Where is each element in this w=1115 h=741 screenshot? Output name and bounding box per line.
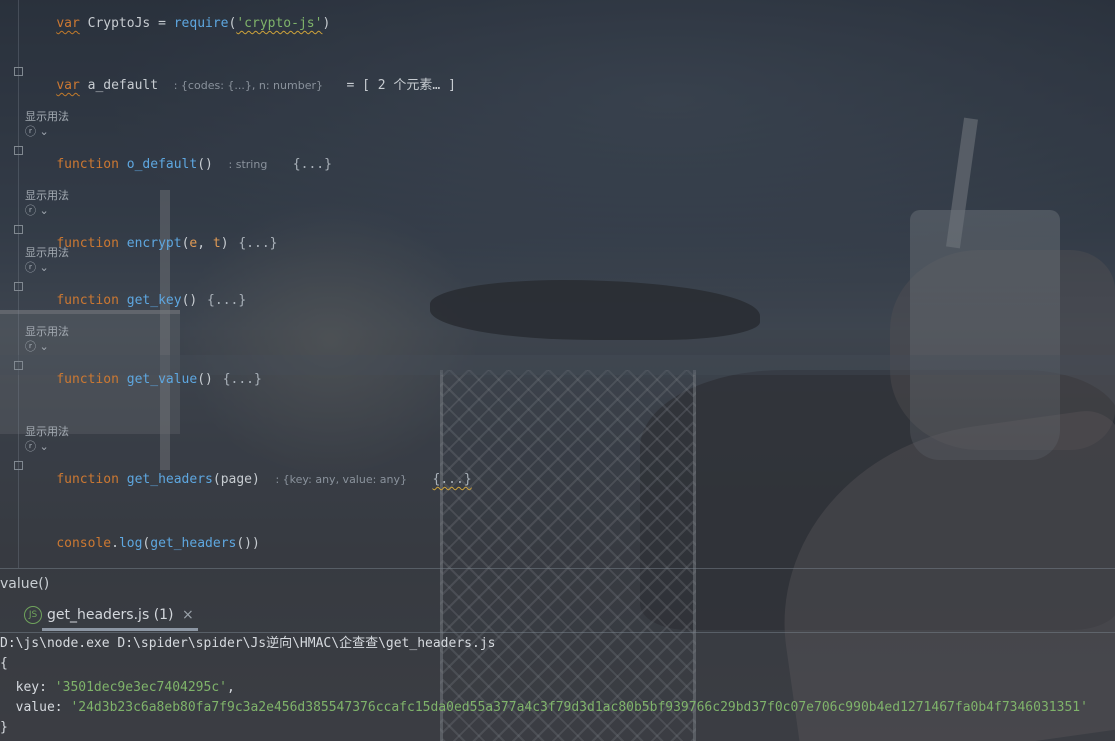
folded-body[interactable]: {...} <box>229 235 280 252</box>
usages-chevron-icon[interactable]: ⓡ ⌄ <box>25 202 49 218</box>
function-name: get_value <box>118 372 198 387</box>
function-name: get_key <box>118 293 182 308</box>
inline-value: = [ 2 个元素… ] <box>346 78 456 93</box>
fold-toggle-icon[interactable] <box>14 461 23 470</box>
function-name: encrypt <box>118 236 182 251</box>
function-name: get_headers <box>150 536 237 551</box>
run-tool-tabbar: JS get_headers.js (1) × <box>0 598 1115 633</box>
fold-toggle-icon[interactable] <box>14 225 23 234</box>
close-icon[interactable]: × <box>182 607 194 623</box>
tab-run-get-headers[interactable]: JS get_headers.js (1) × <box>20 598 200 632</box>
type-hint: : {codes: {...}, n: number} <box>173 79 323 92</box>
object-name: console <box>56 536 112 551</box>
function-name: get_headers <box>118 472 213 487</box>
console-close-brace: } <box>0 720 8 735</box>
fold-toggle-icon[interactable] <box>14 361 23 370</box>
code-editor[interactable]: var CryptoJs = require('crypto-js') var … <box>0 0 1115 568</box>
console-command-line: D:\js\node.exe D:\spider\spider\Js逆向\HMA… <box>0 636 496 651</box>
string-literal: 'crypto-js' <box>236 16 323 31</box>
function-name: o_default <box>118 157 198 172</box>
code-line-o-default[interactable]: function o_default() : string {...} <box>25 141 334 189</box>
param: page <box>220 472 252 487</box>
punct: ()) <box>236 536 260 551</box>
type-hint: : string <box>228 158 268 171</box>
folded-body[interactable]: {...} <box>213 371 264 388</box>
key-value: '3501dec9e3ec7404295c' <box>54 680 227 695</box>
punct: () <box>197 372 213 387</box>
code-line-a-default[interactable]: var a_default : {codes: {...}, n: number… <box>25 62 456 110</box>
nodejs-icon: JS <box>24 606 42 624</box>
folded-body[interactable]: {...} <box>197 292 248 309</box>
punct: ) <box>322 16 331 31</box>
fold-toggle-icon[interactable] <box>14 146 23 155</box>
code-line-get-key[interactable]: function get_key() {...} <box>25 277 248 325</box>
code-line-get-value[interactable]: function get_value() {...} <box>25 356 264 404</box>
show-usages-link[interactable]: 显示用法 <box>25 323 69 339</box>
keyword: function <box>56 293 119 308</box>
active-tab-indicator <box>42 628 198 631</box>
punct: . <box>111 536 119 551</box>
punct: ( <box>212 472 221 487</box>
key-label: key: <box>0 680 55 695</box>
function-name: log <box>118 536 143 551</box>
keyword: var <box>56 78 80 93</box>
function-name: require <box>173 16 229 31</box>
punct: ) <box>252 472 260 487</box>
keyword: function <box>56 472 119 487</box>
identifier: a_default <box>79 78 159 93</box>
keyword: var <box>56 16 80 31</box>
fold-toggle-icon[interactable] <box>14 67 23 76</box>
folded-body[interactable]: {...} <box>431 471 474 488</box>
punct: , <box>197 236 213 251</box>
value-value: '24d3b23c6a8eb80fa7f9c3a2e456d385547376c… <box>70 700 1088 715</box>
breadcrumb[interactable]: value() <box>0 576 49 592</box>
show-usages-link[interactable]: 显示用法 <box>25 108 69 124</box>
show-usages-link[interactable]: 显示用法 <box>25 244 69 260</box>
console-key-line: key: '3501dec9e3ec7404295c', <box>0 680 235 696</box>
fold-toggle-icon[interactable] <box>14 282 23 291</box>
type-hint: : {key: any, value: any} <box>275 473 408 486</box>
keyword: function <box>56 372 119 387</box>
usages-chevron-icon[interactable]: ⓡ ⌄ <box>25 123 49 139</box>
punct: () <box>181 293 198 308</box>
folded-body[interactable]: {...} <box>291 156 334 173</box>
run-console-output[interactable]: D:\js\node.exe D:\spider\spider\Js逆向\HMA… <box>0 632 1115 741</box>
code-line-console-log[interactable]: console.log(get_headers()) <box>25 520 260 568</box>
keyword: function <box>56 157 119 172</box>
param: t <box>212 236 221 251</box>
punct: , <box>226 680 235 695</box>
show-usages-link[interactable]: 显示用法 <box>25 187 69 203</box>
punct: ) <box>220 236 229 251</box>
tab-label: get_headers.js (1) <box>47 607 174 623</box>
code-line-get-headers[interactable]: function get_headers(page) : {key: any, … <box>25 456 474 504</box>
usages-chevron-icon[interactable]: ⓡ ⌄ <box>25 438 49 454</box>
value-label: value: <box>0 700 71 715</box>
console-value-line: value: '24d3b23c6a8eb80fa7f9c3a2e456d385… <box>0 700 1088 716</box>
show-usages-link[interactable]: 显示用法 <box>25 423 69 439</box>
usages-chevron-icon[interactable]: ⓡ ⌄ <box>25 338 49 354</box>
identifier: CryptoJs = <box>79 16 174 31</box>
breadcrumb-bar: value() <box>0 568 1115 599</box>
punct: () <box>197 157 213 172</box>
usages-chevron-icon[interactable]: ⓡ ⌄ <box>25 259 49 275</box>
console-open-brace: { <box>0 656 8 671</box>
code-line-require[interactable]: var CryptoJs = require('crypto-js') <box>25 0 330 48</box>
